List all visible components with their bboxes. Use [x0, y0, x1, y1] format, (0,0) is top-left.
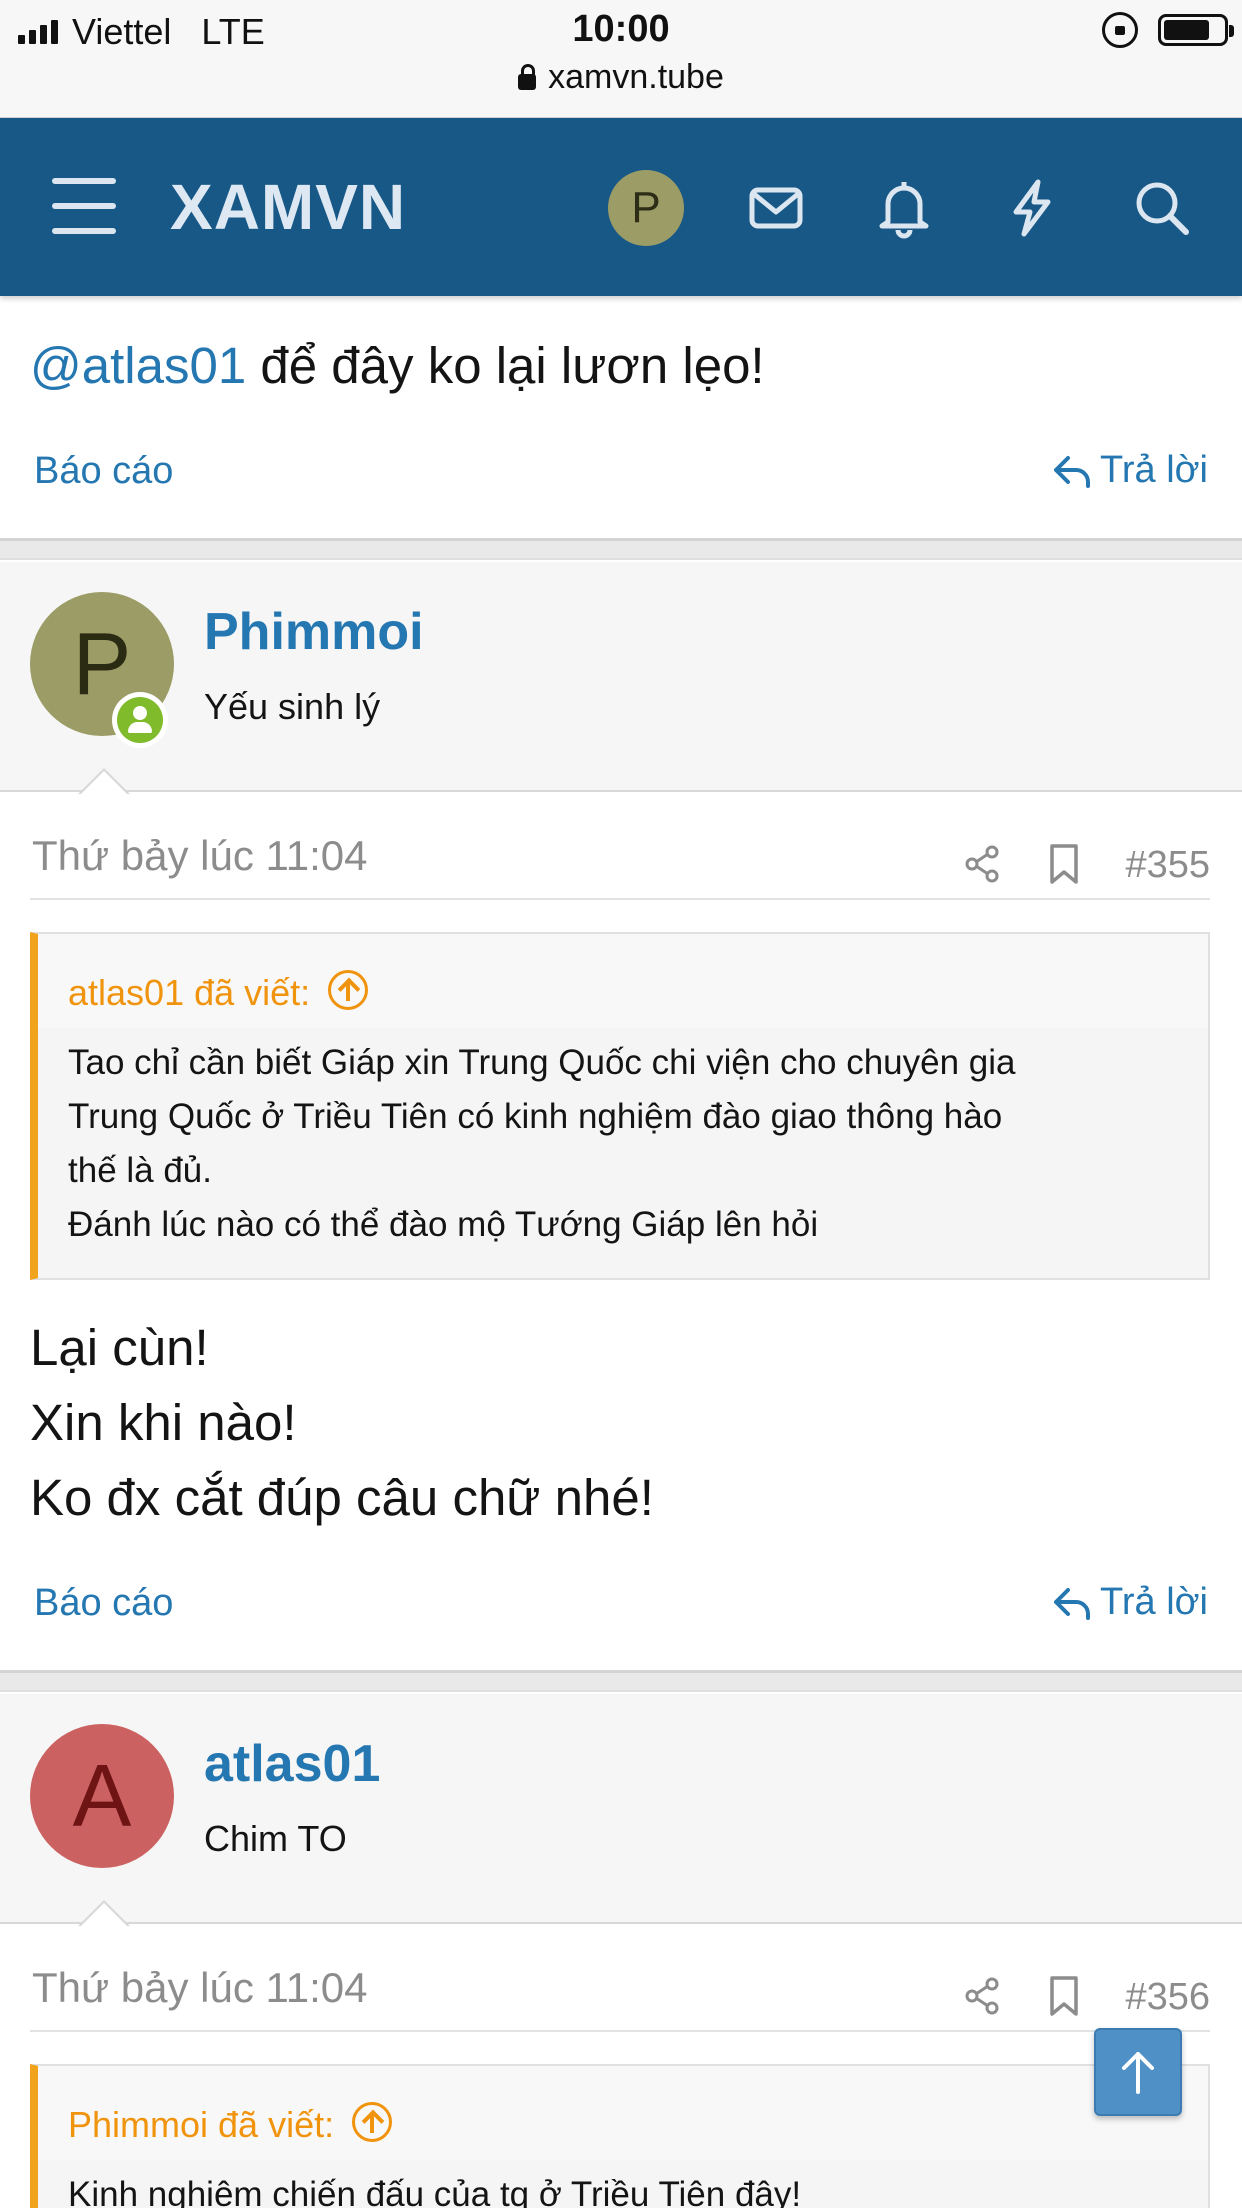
menu-icon[interactable] — [52, 178, 116, 234]
post-line: Ko đx cắt đúp câu chữ nhé! — [30, 1469, 654, 1526]
bookmark-icon[interactable] — [1044, 842, 1084, 886]
share-icon[interactable] — [962, 1976, 1002, 2016]
user-pointer — [78, 768, 130, 795]
quote-author: Phimmoi đã viết: — [68, 2104, 335, 2145]
quote-block: Phimmoi đã viết: Kinh nghiệm chiến đấu c… — [30, 2064, 1210, 2208]
post-line: Lại cùn! — [30, 1319, 209, 1376]
username[interactable]: atlas01 — [204, 1734, 380, 1794]
reply-icon — [1054, 1588, 1091, 1620]
reply-button[interactable]: Trả lời — [1050, 448, 1208, 492]
quote-line: Kinh nghiệm chiến đấu của tq ở Triều Tiê… — [68, 2175, 802, 2208]
reply-label: Trả lời — [1100, 1580, 1208, 1623]
share-icon[interactable] — [962, 844, 1002, 884]
status-bar: Viettel LTE 10:00 xamvn.tube — [0, 0, 1242, 118]
url-text: xamvn.tube — [548, 58, 724, 96]
user-title: Chim TO — [204, 1818, 347, 1859]
user-pointer — [78, 1900, 130, 1927]
quote-line: Đánh lúc nào có thể đào mộ Tướng Giáp lê… — [68, 1205, 819, 1244]
post-user-header: A atlas01 Chim TO — [0, 1694, 1242, 1924]
search-icon[interactable] — [1130, 176, 1194, 240]
reply-button[interactable]: Trả lời — [1050, 1580, 1208, 1624]
user-mention[interactable]: @atlas01 — [30, 337, 246, 394]
quote-block: atlas01 đã viết: Tao chỉ cần biết Giáp x… — [30, 932, 1210, 1280]
scroll-to-top-button[interactable] — [1094, 2028, 1182, 2116]
address-bar[interactable]: xamvn.tube — [0, 58, 1242, 97]
post-separator — [0, 538, 1242, 560]
online-status-icon — [112, 692, 168, 748]
lightning-icon[interactable] — [1000, 176, 1064, 240]
quote-header[interactable]: Phimmoi đã viết: — [38, 2066, 1208, 2160]
bell-icon[interactable] — [872, 176, 936, 240]
reply-label: Trả lời — [1100, 448, 1208, 491]
battery-icon — [1158, 14, 1234, 46]
post-line: Xin khi nào! — [30, 1394, 297, 1451]
post-message: @atlas01 để đây ko lại lươn lẹo! — [30, 336, 765, 395]
message-text: để đây ko lại lươn lẹo! — [246, 337, 765, 394]
go-to-quote-icon[interactable] — [328, 970, 369, 1010]
post-meta: Thứ bảy lúc 11:04 #356 — [30, 1962, 1210, 2032]
bookmark-icon[interactable] — [1044, 1974, 1084, 2018]
reply-icon — [1054, 456, 1091, 488]
post-date[interactable]: Thứ bảy lúc 11:04 — [32, 832, 368, 880]
report-link[interactable]: Báo cáo — [34, 1582, 173, 1625]
padlock-icon — [518, 63, 537, 90]
post-number[interactable]: #356 — [1125, 1976, 1210, 2019]
post-content: Lại cùn! Xin khi nào! Ko đx cắt đúp câu … — [30, 1310, 654, 1535]
post-date[interactable]: Thứ bảy lúc 11:04 — [32, 1964, 368, 2012]
go-to-quote-icon[interactable] — [352, 2102, 393, 2142]
quote-content: Tao chỉ cần biết Giáp xin Trung Quốc chi… — [38, 1028, 1208, 1272]
rotation-lock-icon — [1102, 12, 1138, 48]
site-header: XAMVN P — [0, 118, 1242, 296]
quote-line: thế là đủ. — [68, 1151, 212, 1190]
post-number[interactable]: #355 — [1125, 844, 1210, 887]
quote-line: Tao chỉ cần biết Giáp xin Trung Quốc chi… — [68, 1043, 1016, 1082]
post-meta: Thứ bảy lúc 11:04 #355 — [30, 830, 1210, 900]
site-logo[interactable]: XAMVN — [170, 170, 406, 244]
quote-header[interactable]: atlas01 đã viết: — [38, 934, 1208, 1028]
quote-content: Kinh nghiệm chiến đấu của tq ở Triều Tiê… — [38, 2160, 1208, 2208]
post-user-header: P Phimmoi Yếu sinh lý — [0, 562, 1242, 792]
avatar[interactable]: A — [30, 1724, 174, 1868]
quote-author: atlas01 đã viết: — [68, 972, 311, 1013]
report-link[interactable]: Báo cáo — [34, 450, 173, 493]
clock: 10:00 — [572, 8, 670, 50]
account-avatar[interactable]: P — [608, 170, 684, 246]
username[interactable]: Phimmoi — [204, 602, 424, 662]
post-separator — [0, 1670, 1242, 1692]
arrow-up-icon — [1122, 2052, 1154, 2094]
user-title: Yếu sinh lý — [204, 686, 381, 727]
mail-icon[interactable] — [744, 176, 808, 240]
status-right — [1102, 12, 1234, 48]
quote-line: Trung Quốc ở Triều Tiên có kinh nghiệm đ… — [68, 1097, 1003, 1136]
